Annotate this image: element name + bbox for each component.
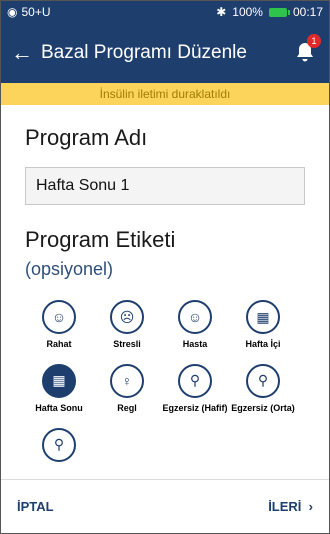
tag-regl[interactable]: ♀ Regl [93, 363, 161, 414]
paused-banner: İnsülin iletimi duraklatıldı [1, 83, 329, 105]
exercise-icon: ⚲ [178, 363, 212, 398]
tag-egzersiz-yogun[interactable]: ⚲ [25, 427, 93, 468]
program-tag-heading: Program Etiketi [25, 227, 176, 252]
chevron-right-icon: › [305, 499, 313, 514]
bell-icon[interactable]: 1 [293, 34, 321, 66]
cancel-button[interactable]: İPTAL [17, 499, 54, 514]
tag-hafta-sonu[interactable]: ▦ Hafta Sonu [25, 363, 93, 414]
tag-label: Hasta [182, 339, 208, 349]
footer: İPTAL İLERİ › [1, 479, 329, 533]
exercise-icon: ⚲ [42, 427, 76, 462]
tag-label: Regl [117, 402, 137, 413]
stressed-face-icon: ☹ [110, 300, 144, 334]
back-arrow-icon[interactable]: ← [11, 40, 41, 66]
tag-label: Hafta Sonu [35, 402, 83, 413]
tag-label: Egzersiz (Hafif) [162, 402, 228, 413]
tag-label: Hafta İçi [245, 339, 281, 349]
sick-face-icon: ☺ [178, 300, 212, 334]
page-title: Bazal Programı Düzenle [41, 42, 247, 63]
carrier-text: 50+U [21, 5, 51, 19]
calendar-icon: ▦ [246, 300, 280, 334]
program-name-value: Hafta Sonu 1 [36, 177, 130, 194]
smile-icon: ☺ [42, 300, 76, 334]
tag-stresli[interactable]: ☹ Stresli [93, 300, 161, 350]
next-label: İLERİ [268, 499, 302, 514]
main-content: Program Adı Hafta Sonu 1 Program Etiketi… [1, 125, 329, 468]
tag-label: Stresli [113, 339, 141, 349]
tag-hasta[interactable]: ☺ Hasta [161, 300, 229, 350]
notification-badge: 1 [307, 34, 321, 48]
optional-label: (opsiyonel) [25, 259, 114, 279]
battery-percent: 100% [232, 5, 263, 19]
bluetooth-icon: ✱ [216, 5, 227, 19]
program-name-input[interactable]: Hafta Sonu 1 [25, 167, 305, 205]
battery-icon [268, 7, 290, 17]
program-name-heading: Program Adı [25, 125, 148, 150]
person-icon: ♀ [110, 363, 144, 398]
tag-hafta-ici[interactable]: ▦ Hafta İçi [229, 300, 297, 350]
tag-egzersiz-orta[interactable]: ⚲ Egzersiz (Orta) [229, 363, 297, 414]
tag-egzersiz-hafif[interactable]: ⚲ Egzersiz (Hafif) [161, 363, 229, 414]
title-bar: ← Bazal Programı Düzenle 1 [1, 23, 329, 83]
exercise-icon: ⚲ [246, 363, 280, 398]
tag-rahat[interactable]: ☺ Rahat [25, 300, 93, 350]
status-bar: ◉ 50+U ✱ 100% 00:17 [1, 1, 329, 23]
carrier-icon: ◉ [7, 5, 18, 19]
tag-label: Rahat [46, 339, 72, 349]
next-button[interactable]: İLERİ › [268, 499, 313, 514]
tag-label: Egzersiz (Orta) [231, 402, 295, 413]
time: 00:17 [292, 5, 323, 19]
calendar-icon: ▦ [42, 363, 76, 398]
screen: ◉ 50+U ✱ 100% 00:17 ← Bazal Programı Düz… [0, 0, 330, 534]
tag-grid: ☺ Rahat ☹ Stresli ☺ Hasta ▦ Hafta İçi ▦ … [25, 300, 305, 468]
